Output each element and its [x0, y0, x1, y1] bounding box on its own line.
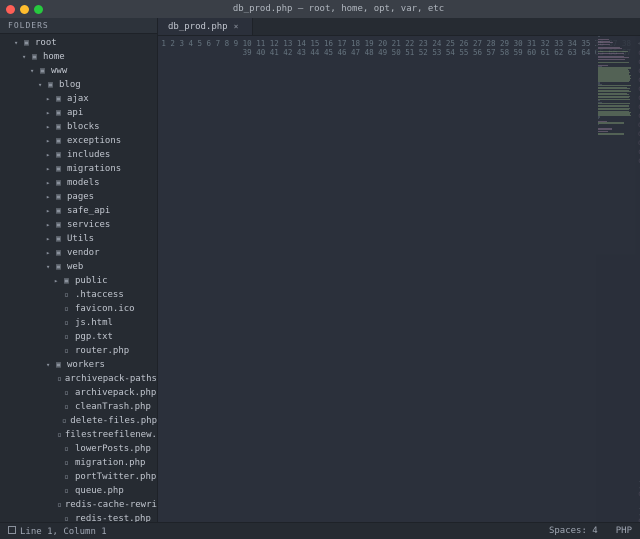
file-icon: ▫: [64, 345, 72, 357]
sidebar-header: FOLDERS: [0, 18, 157, 34]
folder-icon: ▣: [56, 163, 64, 175]
code-lines[interactable]: <?phpconst DB_HOST = 'localhost';const D…: [636, 36, 640, 522]
file-icon: ▫: [64, 443, 72, 455]
tab-bar: db_prod.php ×: [158, 18, 640, 36]
panel-icon[interactable]: [8, 526, 16, 534]
window-titlebar: db_prod.php — root, home, opt, var, etc: [0, 0, 640, 18]
sidebar: FOLDERS ▾▣root▾▣home▾▣www▾▣blog▸▣ajax▸▣a…: [0, 18, 158, 522]
minimize-icon[interactable]: [20, 5, 29, 14]
status-spaces[interactable]: Spaces: 4: [549, 526, 598, 536]
file-icon: ▫: [57, 373, 62, 385]
folder-item[interactable]: ▸▣exceptions: [0, 134, 157, 148]
editor-area: db_prod.php × 1 2 3 4 5 6 7 8 9 10 11 12…: [158, 18, 640, 522]
folder-item[interactable]: ▸▣safe_api: [0, 204, 157, 218]
file-item[interactable]: ▫cleanTrash.php: [0, 400, 157, 414]
folder-item[interactable]: ▾▣workers: [0, 358, 157, 372]
folder-item[interactable]: ▾▣web: [0, 260, 157, 274]
code-editor[interactable]: 1 2 3 4 5 6 7 8 9 10 11 12 13 14 15 16 1…: [158, 36, 640, 522]
file-icon: ▫: [64, 331, 72, 343]
folder-icon: ▣: [56, 177, 64, 189]
folder-icon: ▣: [56, 107, 64, 119]
file-item[interactable]: ▫.htaccess: [0, 288, 157, 302]
file-item[interactable]: ▫archivepack.php: [0, 386, 157, 400]
tab-label: db_prod.php: [168, 22, 228, 32]
file-item[interactable]: ▫delete-files.php: [0, 414, 157, 428]
folder-icon: ▣: [56, 93, 64, 105]
window-title: db_prod.php — root, home, opt, var, etc: [43, 4, 634, 14]
file-item[interactable]: ▫portTwitter.php: [0, 470, 157, 484]
folder-icon: ▣: [56, 219, 64, 231]
file-icon: ▫: [64, 303, 72, 315]
folder-tree: ▾▣root▾▣home▾▣www▾▣blog▸▣ajax▸▣api▸▣bloc…: [0, 34, 157, 522]
folder-item[interactable]: ▸▣pages: [0, 190, 157, 204]
folder-icon: ▣: [40, 65, 48, 77]
folder-icon: ▣: [56, 149, 64, 161]
folder-icon: ▣: [48, 79, 56, 91]
folder-item[interactable]: ▸▣public: [0, 274, 157, 288]
status-language[interactable]: PHP: [616, 526, 632, 536]
tab-db-prod[interactable]: db_prod.php ×: [158, 18, 253, 35]
folder-item[interactable]: ▸▣api: [0, 106, 157, 120]
file-item[interactable]: ▫router.php: [0, 344, 157, 358]
file-icon: ▫: [64, 513, 72, 522]
file-icon: ▫: [62, 415, 67, 427]
traffic-lights: [6, 5, 43, 14]
folder-icon: ▣: [24, 37, 32, 49]
folder-icon: ▣: [56, 135, 64, 147]
folder-icon: ▣: [32, 51, 40, 63]
folder-item[interactable]: ▸▣services: [0, 218, 157, 232]
file-item[interactable]: ▫archivepack-paths.php: [0, 372, 157, 386]
file-item[interactable]: ▫queue.php: [0, 484, 157, 498]
file-icon: ▫: [64, 485, 72, 497]
folder-item[interactable]: ▸▣vendor: [0, 246, 157, 260]
file-icon: ▫: [57, 429, 62, 441]
folder-item[interactable]: ▾▣www: [0, 64, 157, 78]
file-icon: ▫: [64, 317, 72, 329]
file-icon: ▫: [64, 401, 72, 413]
file-icon: ▫: [57, 499, 62, 511]
folder-icon: ▣: [56, 191, 64, 203]
folder-icon: ▣: [56, 359, 64, 371]
folder-item[interactable]: ▸▣Utils: [0, 232, 157, 246]
file-item[interactable]: ▫redis-cache-rewrite.php: [0, 498, 157, 512]
file-item[interactable]: ▫pgp.txt: [0, 330, 157, 344]
folder-item[interactable]: ▾▣blog: [0, 78, 157, 92]
close-icon[interactable]: ×: [234, 22, 239, 31]
folder-item[interactable]: ▸▣migrations: [0, 162, 157, 176]
file-item[interactable]: ▫js.html: [0, 316, 157, 330]
status-left: Line 1, Column 1: [8, 526, 107, 537]
folder-item[interactable]: ▸▣includes: [0, 148, 157, 162]
file-item[interactable]: ▫migration.php: [0, 456, 157, 470]
file-item[interactable]: ▫lowerPosts.php: [0, 442, 157, 456]
line-numbers: 1 2 3 4 5 6 7 8 9 10 11 12 13 14 15 16 1…: [158, 36, 636, 522]
folder-icon: ▣: [56, 261, 64, 273]
folder-icon: ▣: [56, 121, 64, 133]
folder-icon: ▣: [64, 275, 72, 287]
zoom-icon[interactable]: [34, 5, 43, 14]
folder-item[interactable]: ▸▣blocks: [0, 120, 157, 134]
file-icon: ▫: [64, 387, 72, 399]
status-bar: Line 1, Column 1 Spaces: 4 PHP: [0, 522, 640, 539]
close-icon[interactable]: [6, 5, 15, 14]
folder-item[interactable]: ▸▣models: [0, 176, 157, 190]
folder-icon: ▣: [56, 247, 64, 259]
folder-item[interactable]: ▸▣ajax: [0, 92, 157, 106]
file-item[interactable]: ▫redis-test.php: [0, 512, 157, 522]
file-icon: ▫: [64, 471, 72, 483]
file-item[interactable]: ▫favicon.ico: [0, 302, 157, 316]
file-icon: ▫: [64, 289, 72, 301]
folder-item[interactable]: ▾▣home: [0, 50, 157, 64]
file-item[interactable]: ▫filestreefilenew.php: [0, 428, 157, 442]
file-icon: ▫: [64, 457, 72, 469]
folder-item[interactable]: ▾▣root: [0, 36, 157, 50]
folder-icon: ▣: [56, 233, 64, 245]
folder-icon: ▣: [56, 205, 64, 217]
